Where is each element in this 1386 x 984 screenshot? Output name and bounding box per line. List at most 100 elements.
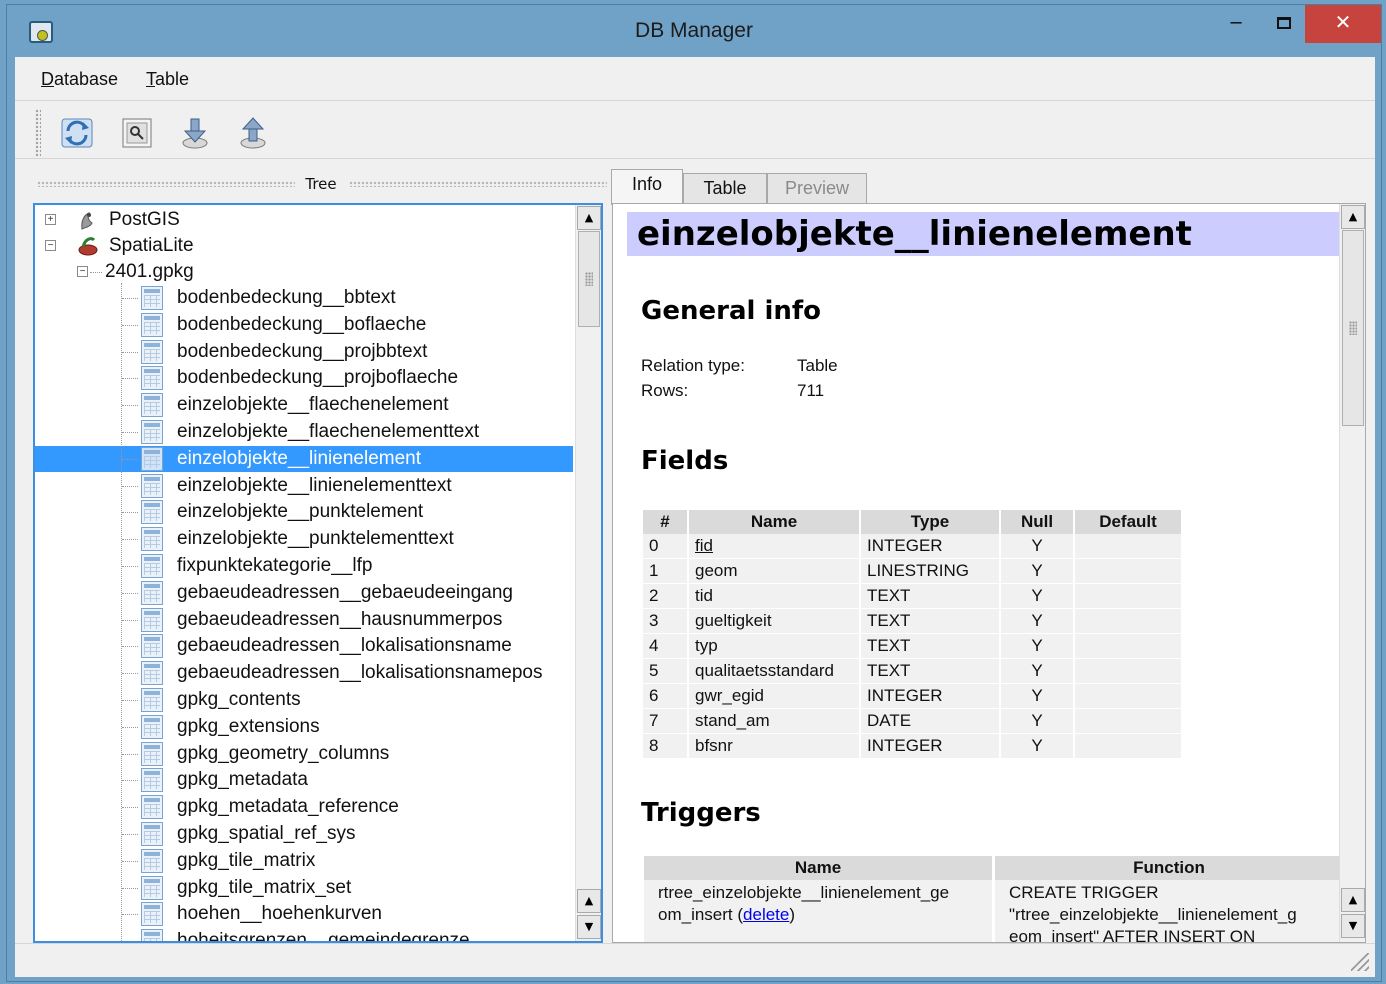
tree-item-table[interactable]: gpkg_extensions <box>35 714 573 740</box>
tree-item-table[interactable]: einzelobjekte__punktelementtext <box>35 526 573 552</box>
export-layer-button[interactable] <box>235 115 271 151</box>
menu-table[interactable]: Table <box>146 69 189 90</box>
tree-item-table[interactable]: gpkg_metadata <box>35 767 573 793</box>
refresh-button[interactable] <box>59 115 95 151</box>
triggers-header-row: Name Function <box>644 856 1343 880</box>
tree-scrollbar[interactable]: ▲ ▲ ▼ <box>575 205 601 941</box>
field-null: Y <box>1001 584 1073 609</box>
table-icon <box>141 500 163 525</box>
tree-branch-line <box>122 432 138 433</box>
tree-item-table[interactable]: gebaeudeadressen__lokalisationsnamepos <box>35 660 573 686</box>
scroll-up-arrow-icon[interactable]: ▲ <box>577 206 601 230</box>
field-null: Y <box>1001 684 1073 709</box>
table-icon <box>141 634 163 659</box>
close-button[interactable]: ✕ <box>1305 5 1381 43</box>
tree-item-table[interactable]: gpkg_tile_matrix_set <box>35 875 573 901</box>
import-layer-button[interactable] <box>177 115 213 151</box>
tree-item-table[interactable]: bodenbedeckung__bbtext <box>35 285 573 311</box>
tree-item-table[interactable]: einzelobjekte__linienelement <box>35 445 573 472</box>
table-row: 1 geom LINESTRING Y <box>643 559 1181 584</box>
maximize-button[interactable] <box>1269 7 1299 43</box>
sql-window-button[interactable] <box>119 115 155 151</box>
table-row: 2 tid TEXT Y <box>643 584 1181 609</box>
sql-window-icon <box>122 118 152 148</box>
tree-item-table[interactable]: hoehen__hoehenkurven <box>35 901 573 927</box>
fields-table-body: 0 fid INTEGER Y 1 geom LINESTRING Y 2 tid TEXT Y 3 gu… <box>643 534 1181 759</box>
tree-item-table[interactable]: gebaeudeadressen__gebaeudeeingang <box>35 580 573 606</box>
tab-preview[interactable]: Preview <box>767 173 867 203</box>
window-title: DB Manager <box>635 19 753 42</box>
tree-item-table[interactable]: bodenbedeckung__boflaeche <box>35 312 573 338</box>
tree-item-label: gebaeudeadressen__lokalisationsnamepos <box>177 662 543 684</box>
toolbar-grip[interactable] <box>35 109 41 157</box>
table-row: rtree_einzelobjekte__linienelement_ge om… <box>644 880 1343 942</box>
field-name: gwr_egid <box>689 684 859 709</box>
tree-item-label: hoheitsgrenzen__gemeindegrenze <box>177 930 470 943</box>
tree-item-postgis[interactable]: + PostGIS <box>35 207 573 233</box>
tree-item-table[interactable]: einzelobjekte__linienelementtext <box>35 473 573 499</box>
tree-branch-line <box>122 753 138 755</box>
scroll-thumb[interactable] <box>578 231 600 327</box>
delete-trigger-link[interactable]: delete <box>743 905 789 924</box>
tree-item-table[interactable]: fixpunktekategorie__lfp <box>35 553 573 579</box>
tree-item-table[interactable]: einzelobjekte__flaechenelement <box>35 392 573 418</box>
postgis-icon <box>81 212 93 230</box>
tree-item-label: gpkg_metadata <box>177 769 308 791</box>
field-default <box>1075 684 1181 709</box>
tree-item-table[interactable]: gebaeudeadressen__lokalisationsname <box>35 633 573 659</box>
scroll-down-arrow-icon[interactable]: ▼ <box>577 915 601 939</box>
relation-type-row: Relation type: Table <box>641 356 838 376</box>
menu-database[interactable]: Database <box>41 69 118 90</box>
tree-item-table[interactable]: gpkg_tile_matrix <box>35 848 573 874</box>
expand-icon[interactable]: + <box>45 214 56 225</box>
collapse-icon[interactable]: − <box>77 266 88 277</box>
database-tree[interactable]: + PostGIS − SpatiaLite − 2401.gpkg boden… <box>33 203 603 943</box>
tree-item-label: PostGIS <box>109 209 180 230</box>
tree-item-table[interactable]: bodenbedeckung__projbbtext <box>35 339 573 365</box>
table-icon <box>141 795 163 820</box>
tree-item-table[interactable]: hoheitsgrenzen__gemeindegrenze <box>35 928 573 943</box>
table-icon <box>141 714 163 739</box>
tree-item-label: einzelobjekte__punktelementtext <box>177 528 454 550</box>
tree-branch-line <box>121 283 122 941</box>
tab-info[interactable]: Info <box>611 169 683 205</box>
scroll-up-arrow-icon[interactable]: ▲ <box>1341 205 1365 229</box>
rows-value: 711 <box>797 381 825 400</box>
tree-item-table[interactable]: einzelobjekte__punktelement <box>35 499 573 525</box>
tree-item-label: bodenbedeckung__bbtext <box>177 287 396 308</box>
table-row: 3 gueltigkeit TEXT Y <box>643 609 1181 634</box>
tree-item-table[interactable]: gpkg_spatial_ref_sys <box>35 821 573 847</box>
collapse-icon[interactable]: − <box>45 240 56 251</box>
column-header: Default <box>1075 510 1181 534</box>
table-icon <box>141 473 163 498</box>
scroll-up-arrow-icon[interactable]: ▲ <box>1341 888 1365 912</box>
field-name: stand_am <box>689 709 859 734</box>
scroll-up-arrow-icon[interactable]: ▲ <box>577 889 601 913</box>
tree-item-database[interactable]: − 2401.gpkg <box>35 259 573 285</box>
field-null: Y <box>1001 734 1073 759</box>
resize-grip-icon[interactable] <box>1351 953 1369 971</box>
minimize-button[interactable]: ─ <box>1221 7 1251 43</box>
trigger-name-cell: rtree_einzelobjekte__linienelement_ge om… <box>644 880 992 942</box>
tree-item-table[interactable]: gpkg_metadata_reference <box>35 794 573 820</box>
tree-item-table[interactable]: gpkg_geometry_columns <box>35 741 573 767</box>
tree-dock-title: Tree <box>305 175 337 193</box>
tree-item-table[interactable]: gpkg_contents <box>35 687 573 713</box>
tree-item-spatialite[interactable]: − SpatiaLite <box>35 233 573 259</box>
table-icon <box>141 420 163 444</box>
tree-dock-header[interactable]: Tree <box>37 167 607 201</box>
tree-item-label: gpkg_spatial_ref_sys <box>177 823 356 844</box>
tree-item-table[interactable]: gebaeudeadressen__hausnummerpos <box>35 607 573 633</box>
title-bar[interactable]: DB Manager ─ ✕ <box>7 5 1381 57</box>
tab-table[interactable]: Table <box>683 173 767 203</box>
field-null: Y <box>1001 634 1073 659</box>
scroll-thumb[interactable] <box>1342 230 1364 426</box>
info-scrollbar[interactable]: ▲ ▲ ▼ <box>1339 204 1365 942</box>
field-default <box>1075 659 1181 684</box>
trigger-name-line: rtree_einzelobjekte__linienelement_ge <box>658 883 950 902</box>
tree-item-table[interactable]: einzelobjekte__flaechenelementtext <box>35 419 573 445</box>
tree-item-table[interactable]: bodenbedeckung__projboflaeche <box>35 365 573 391</box>
tree-branch-line <box>122 458 138 460</box>
fields-header-row: # Name Type Null Default <box>643 510 1181 534</box>
scroll-down-arrow-icon[interactable]: ▼ <box>1341 914 1365 938</box>
